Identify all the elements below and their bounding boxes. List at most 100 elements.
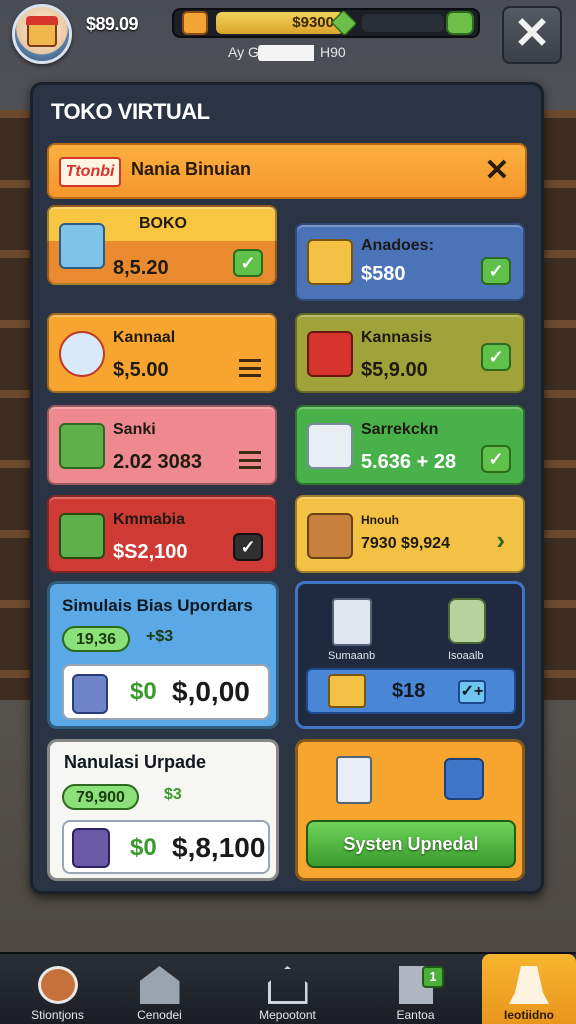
- header-close-icon[interactable]: ✕: [479, 153, 515, 189]
- item-card-hnouh[interactable]: Hnouh 7930 $9,924 ›: [295, 495, 525, 573]
- register-icon: [332, 598, 372, 646]
- chevron-right-icon[interactable]: ›: [496, 525, 505, 556]
- avatar-face-icon: [26, 16, 58, 47]
- item-price: 8,5.20: [113, 257, 169, 279]
- bonus-icon[interactable]: [446, 11, 474, 35]
- check-plus-icon[interactable]: ✓+: [458, 680, 486, 704]
- gem-track: [362, 14, 444, 32]
- item-price: $,5.00: [113, 359, 169, 381]
- equipment-purchase-bar[interactable]: $18 ✓+: [306, 668, 516, 714]
- list-icon: [37, 966, 78, 1004]
- equipment-label-right: Isoaalb: [448, 650, 484, 662]
- nav-label: Eantoa: [396, 1008, 435, 1022]
- upgrade-card-system: Systen Upnedal: [295, 739, 525, 881]
- nav-label: Stiontjons: [31, 1008, 84, 1022]
- shopping-cart-icon: [59, 223, 105, 269]
- item-price: $580: [361, 263, 406, 285]
- check-icon[interactable]: ✓: [481, 445, 511, 473]
- player-avatar[interactable]: [12, 4, 72, 64]
- progress-fill: [258, 45, 314, 61]
- box-icon: [444, 758, 484, 800]
- tablet-icon: [72, 674, 108, 714]
- item-card-sanki[interactable]: Sanki 2.02 3083: [47, 405, 277, 485]
- coin-icon: [182, 11, 208, 35]
- upgrade-card-nanulasi: Nanulasi Urpade 79,900 $3 $0 $,8,100: [47, 739, 279, 881]
- item-label: Hnouh: [361, 513, 399, 527]
- plant-pot-icon: [307, 513, 353, 559]
- check-icon[interactable]: ✓: [233, 533, 263, 561]
- flame-icon: [59, 331, 105, 377]
- item-card-kannasis[interactable]: Kannasis $5,9.00 ✓: [295, 313, 525, 393]
- item-price: 7930 $9,924: [361, 535, 450, 552]
- register-icon: [336, 756, 372, 804]
- item-card-anadoes[interactable]: Anadoes: $580 ✓: [295, 223, 525, 301]
- shopping-cart-icon: [328, 674, 366, 708]
- upgrade-bonus: +$3: [146, 628, 174, 645]
- bell-icon: [509, 966, 549, 1004]
- nav-item-eantoa[interactable]: 1 Eantoa: [358, 954, 473, 1024]
- item-label: Kannasis: [361, 329, 433, 346]
- brand-logo: Ttonbi: [59, 157, 121, 187]
- shopping-cart-icon: [59, 513, 105, 559]
- shopping-cart-icon: [307, 239, 353, 285]
- nav-label: Mepootont: [259, 1008, 316, 1022]
- check-icon[interactable]: ✓: [481, 257, 511, 285]
- progress-value: H90: [320, 44, 346, 60]
- item-price: 2.02 3083: [113, 451, 202, 473]
- menu-equals-icon[interactable]: [239, 359, 261, 377]
- upgrade-cost-box[interactable]: $0 $,0,00: [62, 664, 270, 720]
- item-label: Sarrekckn: [361, 421, 439, 438]
- upgrade-card-simulasi: Simulais Bias Upordars 19,36 +$3 $0 $,0,…: [47, 581, 279, 729]
- upgrade-cost: $,8,100: [172, 832, 266, 863]
- store-icon: [139, 966, 180, 1004]
- item-card-kannaal[interactable]: Kannaal $,5.00: [47, 313, 277, 393]
- check-icon[interactable]: ✓: [481, 343, 511, 371]
- home-icon: [267, 966, 308, 1004]
- upgrade-cost: $,0,00: [172, 676, 250, 707]
- panel-title: TOKO VIRTUAL: [51, 99, 210, 124]
- item-label: BOKO: [139, 215, 187, 232]
- upgrade-card-equipment: Sumaanb Isoaalb $18 ✓+: [295, 581, 525, 729]
- upgrade-level-pill: 19,36: [62, 626, 131, 652]
- cash-icon: $0: [130, 834, 157, 861]
- equipment-label-left: Sumaanb: [328, 650, 376, 662]
- item-price: 5.636 + 28: [361, 451, 457, 473]
- item-card-kmmabia[interactable]: Kmmabia $S2,100 ✓: [47, 495, 277, 573]
- item-label: Kmmabia: [113, 511, 186, 528]
- upgrade-title: Simulais Bias Upordars: [62, 596, 253, 615]
- produce-crate-icon: [59, 423, 105, 469]
- nav-item-mepootont[interactable]: Mepootont: [230, 954, 345, 1024]
- system-upgrade-button[interactable]: Systen Upnedal: [306, 820, 516, 868]
- equipment-cost: $18: [392, 680, 426, 702]
- store-header-bar: Ttonbi Nania Binuian ✕: [47, 143, 527, 199]
- item-card-boko[interactable]: BOKO 8,5.20 ✓: [47, 205, 277, 285]
- system-upgrade-label: Systen Upnedal: [343, 834, 479, 854]
- virtual-store-panel: TOKO VIRTUAL Ttonbi Nania Binuian ✕ BOKO…: [30, 82, 544, 894]
- close-button[interactable]: ✕: [502, 6, 562, 64]
- gold-count: $9300: [216, 12, 344, 34]
- store-shelf-right: [542, 110, 576, 700]
- item-price: $5,9.00: [361, 359, 428, 381]
- nav-label: Ieotiidno: [504, 1008, 554, 1022]
- currency-bar: $9300: [172, 8, 480, 38]
- nav-label: Cenodei: [137, 1008, 182, 1022]
- check-icon[interactable]: ✓: [233, 249, 263, 277]
- nav-item-cenodei[interactable]: Cenodei: [102, 954, 217, 1024]
- upgrade-bonus: $3: [164, 786, 182, 803]
- upgrade-cost-box[interactable]: $0 $,8,100: [62, 820, 270, 874]
- vending-machine-icon: [307, 331, 353, 377]
- cash-icon: $0: [130, 678, 157, 705]
- nav-item-ieotiidno[interactable]: Ieotiidno: [482, 954, 576, 1024]
- item-label: Sanki: [113, 421, 156, 438]
- player-balance: $89.09: [86, 14, 139, 34]
- canister-icon: [448, 598, 486, 644]
- item-card-sarrekckn[interactable]: Sarrekckn 5.636 + 28 ✓: [295, 405, 525, 485]
- menu-equals-icon[interactable]: [239, 451, 261, 469]
- notification-badge: 1: [422, 966, 444, 988]
- store-name: Nania Binuian: [131, 159, 252, 179]
- upgrade-title: Nanulasi Urpade: [64, 752, 207, 772]
- top-hud: $89.09 $9300 Ay Gie H90 ✕: [0, 0, 576, 70]
- ticket-icon: [72, 828, 110, 868]
- nav-item-stiontjons[interactable]: Stiontjons: [0, 954, 115, 1024]
- item-price: $S2,100: [113, 541, 188, 563]
